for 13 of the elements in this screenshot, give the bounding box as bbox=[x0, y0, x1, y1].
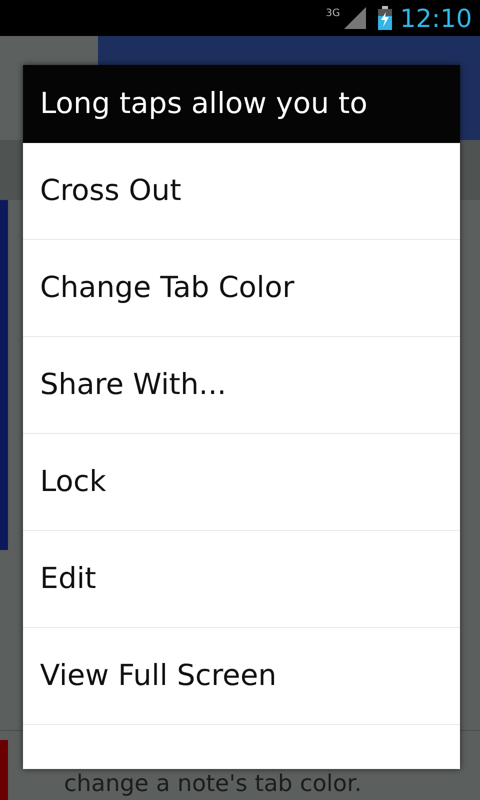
dialog-title: Long taps allow you to bbox=[23, 65, 460, 143]
color-tab-strip bbox=[0, 740, 8, 800]
menu-item[interactable]: Cross Out bbox=[23, 143, 460, 240]
signal-icon bbox=[344, 7, 366, 29]
menu-item[interactable]: Change Tab Color bbox=[23, 240, 460, 337]
menu-item[interactable]: Share With... bbox=[23, 337, 460, 434]
network-type-label: 3G bbox=[326, 7, 340, 21]
battery-icon bbox=[378, 6, 392, 30]
hint-text: change a note's tab color. bbox=[64, 772, 362, 799]
menu-item[interactable]: View Full Screen bbox=[23, 628, 460, 725]
clock-label: 12:10 bbox=[400, 6, 472, 30]
menu-item[interactable]: Edit bbox=[23, 531, 460, 628]
menu-item[interactable]: Lock bbox=[23, 434, 460, 531]
